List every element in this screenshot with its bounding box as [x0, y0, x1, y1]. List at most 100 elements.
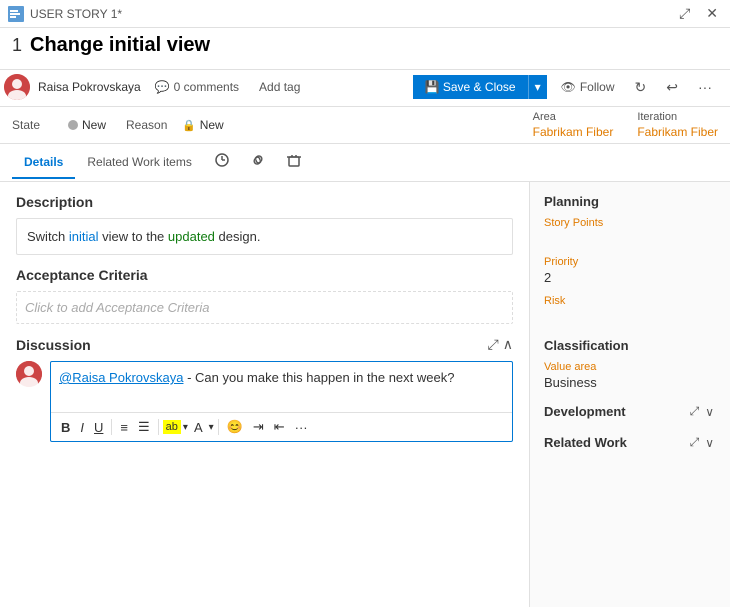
mention-link[interactable]: @Raisa Pokrovskaya — [59, 370, 183, 385]
reason-field: Reason 🔒 New — [126, 118, 224, 132]
more-button[interactable]: ··· — [692, 77, 718, 97]
font-color-dropdown[interactable]: ▾ — [209, 422, 214, 433]
related-work-expand-button[interactable]: ⤢ — [688, 433, 702, 452]
discussion-title: Discussion — [16, 337, 91, 353]
discussion-editor[interactable]: @Raisa Pokrovskaya - Can you make this h… — [50, 361, 513, 442]
bold-button[interactable]: B — [57, 418, 74, 437]
left-pane: Description Switch initial view to the u… — [0, 182, 530, 607]
story-points-label: Story Points — [544, 217, 716, 229]
history-icon — [214, 152, 230, 168]
undo-button[interactable]: ↩ — [660, 77, 684, 98]
work-title-row: 1 Change initial view — [12, 34, 718, 57]
area-value[interactable]: Fabrikam Fiber — [533, 125, 614, 139]
discussion-header: Discussion ⤢ ∧ — [16, 336, 513, 353]
development-collapse-button[interactable]: ∨ — [703, 402, 716, 421]
reason-value: New — [200, 118, 224, 132]
discussion-expand-button[interactable]: ⤢ — [488, 336, 499, 353]
toolbar-separator-3 — [218, 419, 219, 435]
work-header: 1 Change initial view — [0, 28, 730, 70]
work-title[interactable]: Change initial view — [30, 34, 210, 57]
save-dropdown-button[interactable]: ▾ — [529, 75, 547, 99]
tab-link[interactable] — [240, 144, 276, 181]
value-area-label: Value area — [544, 361, 716, 373]
story-label: USER STORY 1* — [30, 7, 122, 21]
discussion-message: - Can you make this happen in the next w… — [183, 370, 454, 385]
priority-value[interactable]: 2 — [544, 270, 716, 285]
toolbar-separator-2 — [158, 419, 159, 435]
tab-related-work-items[interactable]: Related Work items — [75, 147, 203, 179]
acceptance-criteria-field[interactable]: Click to add Acceptance Criteria — [16, 291, 513, 324]
emoji-button[interactable]: 😊 — [223, 417, 247, 437]
outdent-button[interactable]: ⇤ — [270, 417, 289, 437]
refresh-button[interactable]: ↻ — [629, 77, 653, 98]
value-area-value[interactable]: Business — [544, 375, 716, 390]
value-area-field: Value area Business — [544, 361, 716, 390]
italic-button[interactable]: I — [76, 418, 88, 437]
related-work-expand-icons: ⤢ ∨ — [688, 433, 716, 452]
discussion-collapse-button[interactable]: ∧ — [503, 336, 513, 353]
discussion-box: @Raisa Pokrovskaya - Can you make this h… — [16, 361, 513, 442]
description-text: Switch initial view to the updated desig… — [27, 229, 260, 244]
desc-part-4: updated — [168, 229, 215, 244]
story-points-value[interactable] — [544, 231, 716, 246]
risk-field: Risk — [544, 295, 716, 324]
add-tag-button[interactable]: Add tag — [253, 78, 306, 96]
tab-delete[interactable] — [276, 144, 312, 181]
underline-button[interactable]: U — [90, 418, 107, 437]
save-button-group: 💾 Save & Close ▾ — [413, 75, 547, 99]
action-bar: Raisa Pokrovskaya 💬 0 comments Add tag 💾… — [0, 70, 730, 107]
link-icon — [250, 152, 266, 168]
highlight-dropdown[interactable]: ▾ — [183, 422, 188, 433]
indent-button[interactable]: ⇥ — [249, 417, 268, 437]
state-value-group[interactable]: New — [68, 118, 106, 132]
trash-icon — [286, 152, 302, 168]
state-value: New — [82, 118, 106, 132]
description-title: Description — [16, 194, 513, 210]
comments-count: 0 comments — [174, 80, 239, 94]
description-box[interactable]: Switch initial view to the updated desig… — [16, 218, 513, 255]
related-work-collapse-button[interactable]: ∨ — [703, 433, 716, 452]
save-close-button[interactable]: 💾 Save & Close — [413, 75, 529, 99]
related-work-title: Related Work — [544, 435, 627, 450]
right-pane: Planning Story Points Priority 2 Risk Cl… — [530, 182, 730, 607]
align-button[interactable]: ≡ — [116, 418, 132, 437]
follow-button[interactable]: 👁 Follow — [555, 78, 621, 96]
development-title: Development — [544, 404, 626, 419]
development-section: Development ⤢ ∨ — [544, 402, 716, 421]
title-bar-left: USER STORY 1* — [8, 6, 122, 22]
development-expand-button[interactable]: ⤢ — [688, 402, 702, 421]
development-expand-icons: ⤢ ∨ — [688, 402, 716, 421]
risk-label: Risk — [544, 295, 716, 307]
story-icon — [8, 6, 24, 22]
avatar — [4, 74, 30, 100]
related-work-section: Related Work ⤢ ∨ — [544, 433, 716, 452]
more-formatting-button[interactable]: ··· — [291, 418, 312, 437]
desc-part-1: Switch — [27, 229, 69, 244]
list-button[interactable]: ☰ — [134, 417, 154, 437]
tab-details[interactable]: Details — [12, 147, 75, 179]
planning-title: Planning — [544, 194, 716, 209]
discussion-content[interactable]: @Raisa Pokrovskaya - Can you make this h… — [51, 362, 512, 412]
tabs-bar: Details Related Work items — [0, 144, 730, 182]
font-color-button[interactable]: A — [190, 418, 207, 437]
comments-button[interactable]: 💬 0 comments — [149, 78, 245, 96]
discussion-avatar — [16, 361, 42, 387]
comment-icon: 💬 — [155, 80, 170, 94]
lock-icon: 🔒 — [182, 119, 196, 132]
reason-value-group[interactable]: 🔒 New — [182, 118, 224, 132]
state-field: State New — [12, 118, 106, 132]
reason-label: Reason — [126, 118, 176, 132]
title-bar: USER STORY 1* ⤢ ✕ — [0, 0, 730, 28]
iteration-label: Iteration — [637, 111, 718, 123]
risk-value[interactable] — [544, 309, 716, 324]
iteration-field: Iteration Fabrikam Fiber — [637, 111, 718, 139]
tab-history[interactable] — [204, 144, 240, 181]
iteration-value[interactable]: Fabrikam Fiber — [637, 125, 718, 139]
close-button[interactable]: ✕ — [702, 3, 722, 24]
desc-part-2: initial — [69, 229, 99, 244]
user-name: Raisa Pokrovskaya — [38, 80, 141, 94]
highlight-button[interactable]: ab — [163, 420, 181, 434]
restore-button[interactable]: ⤢ — [675, 3, 694, 24]
area-iteration-group: Area Fabrikam Fiber Iteration Fabrikam F… — [533, 111, 718, 139]
priority-field: Priority 2 — [544, 256, 716, 285]
